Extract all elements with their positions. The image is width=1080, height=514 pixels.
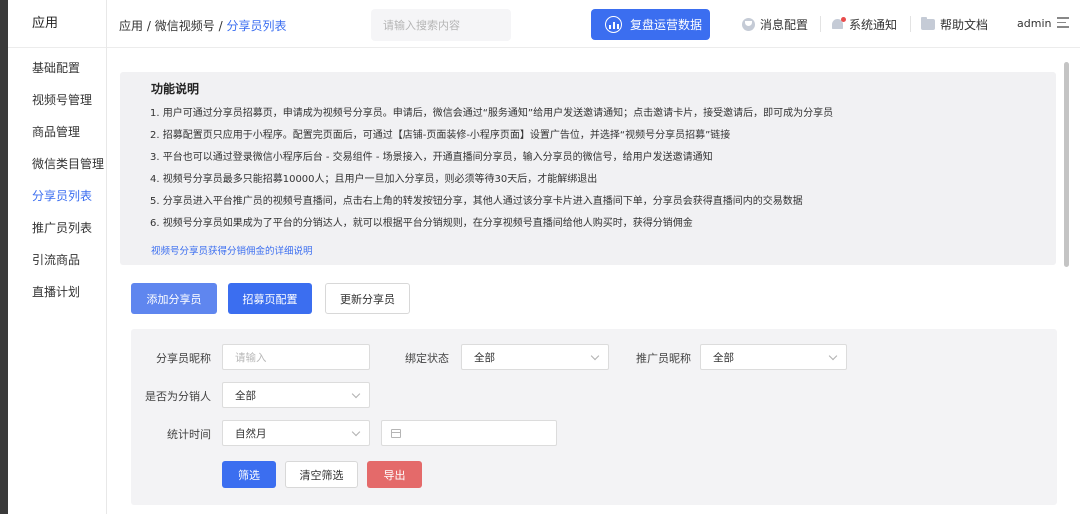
sidebar-item-traffic-products[interactable]: 引流商品 — [8, 244, 106, 276]
commission-details-link[interactable]: 视频号分享员获得分销佣金的详细说明 — [151, 243, 1056, 257]
clear-filter-button[interactable]: 清空筛选 — [285, 461, 358, 488]
filter-button[interactable]: 筛选 — [222, 461, 276, 488]
breadcrumb-apps[interactable]: 应用 — [119, 19, 143, 33]
divider — [820, 16, 821, 32]
sidebar-item-wechat-categories[interactable]: 微信类目管理 — [8, 148, 106, 180]
sidebar: 应用 基础配置 视频号管理 商品管理 微信类目管理 分享员列表 推广员列表 引流… — [8, 0, 107, 514]
sharer-nickname-placeholder: 请输入 — [235, 351, 267, 364]
function-description-panel: 功能说明 1. 用户可通过分享员招募页，申请成为视频号分享员。申请后，微信会通过… — [120, 72, 1056, 265]
notifications-link[interactable]: 系统通知 — [831, 16, 897, 33]
sharer-nickname-label: 分享员昵称 — [156, 352, 211, 365]
main-content: 功能说明 1. 用户可通过分享员招募页，申请成为视频号分享员。申请后，微信会通过… — [107, 48, 1080, 514]
promoter-nickname-label: 推广员昵称 — [636, 352, 691, 365]
info-line: 2. 招募配置页只应用于小程序。配置完页面后，可通过【店铺-页面装修-小程序页面… — [150, 130, 731, 141]
info-title: 功能说明 — [151, 82, 200, 96]
breadcrumb-separator: / — [146, 19, 151, 33]
date-picker-input[interactable] — [381, 420, 557, 446]
chevron-down-icon — [828, 351, 838, 361]
breadcrumb: 应用 / 微信视频号 / 分享员列表 — [119, 17, 286, 34]
divider — [910, 16, 911, 32]
help-docs-label: 帮助文档 — [940, 18, 989, 32]
info-line: 3. 平台也可以通过登录微信小程序后台 - 交易组件 - 场景接入，开通直播间分… — [150, 152, 713, 163]
info-line: 6. 视频号分享员如果成为了平台的分销达人，就可以根据平台分销规则，在分享视频号… — [150, 218, 693, 229]
sidebar-menu: 基础配置 视频号管理 商品管理 微信类目管理 分享员列表 推广员列表 引流商品 … — [8, 48, 106, 308]
update-sharers-button[interactable]: 更新分享员 — [325, 283, 410, 314]
scrollbar[interactable] — [1064, 62, 1069, 267]
bind-status-label: 绑定状态 — [405, 352, 449, 365]
info-line: 1. 用户可通过分享员招募页，申请成为视频号分享员。申请后，微信会通过“服务通知… — [150, 108, 834, 119]
message-config-link[interactable]: 消息配置 — [742, 16, 808, 33]
user-name[interactable]: admin — [1017, 17, 1051, 30]
chevron-down-icon — [351, 389, 361, 399]
bell-icon — [831, 17, 846, 31]
help-docs-link[interactable]: 帮助文档 — [921, 16, 988, 33]
sidebar-item-basic-config[interactable]: 基础配置 — [8, 52, 106, 84]
sidebar-item-promoters[interactable]: 推广员列表 — [8, 212, 106, 244]
menu-icon[interactable] — [1057, 17, 1069, 29]
calendar-icon — [391, 428, 401, 438]
message-icon — [742, 18, 755, 31]
sidebar-item-live-plans[interactable]: 直播计划 — [8, 276, 106, 308]
sidebar-item-channels[interactable]: 视频号管理 — [8, 84, 106, 116]
folder-icon — [921, 17, 935, 30]
breadcrumb-current: 分享员列表 — [226, 19, 287, 33]
search-input[interactable] — [371, 9, 511, 41]
is-distributor-label: 是否为分销人 — [145, 390, 211, 403]
export-button[interactable]: 导出 — [367, 461, 422, 488]
breadcrumb-separator: / — [218, 19, 223, 33]
notifications-label: 系统通知 — [849, 18, 898, 32]
sidebar-item-products[interactable]: 商品管理 — [8, 116, 106, 148]
sidebar-app-title[interactable]: 应用 — [8, 0, 106, 48]
breadcrumb-channels[interactable]: 微信视频号 — [155, 19, 215, 33]
recruit-page-config-button[interactable]: 招募页配置 — [228, 283, 312, 314]
promoter-nickname-select[interactable]: 全部 — [700, 344, 847, 370]
stat-time-value: 自然月 — [235, 427, 267, 440]
sharer-nickname-input[interactable]: 请输入 — [222, 344, 370, 370]
is-distributor-select[interactable]: 全部 — [222, 382, 370, 408]
is-distributor-value: 全部 — [235, 389, 256, 402]
info-line: 4. 视频号分享员最多只能招募10000人；且用户一旦加入分享员，则必须等待30… — [150, 174, 598, 185]
stat-time-label: 统计时间 — [167, 428, 211, 441]
ops-review-button[interactable]: 复盘运营数据 — [591, 9, 710, 40]
message-config-label: 消息配置 — [760, 18, 809, 32]
info-line: 5. 分享员进入平台推广员的视频号直播间，点击右上角的转发按钮分享，其他人通过该… — [150, 196, 803, 207]
bind-status-select[interactable]: 全部 — [461, 344, 609, 370]
bind-status-value: 全部 — [474, 351, 495, 364]
stat-time-select[interactable]: 自然月 — [222, 420, 370, 446]
data-chart-icon — [605, 16, 622, 33]
ops-review-label: 复盘运营数据 — [630, 18, 703, 32]
filter-panel: 分享员昵称 请输入 绑定状态 全部 推广员昵称 全部 是否为分销人 全部 统计时… — [131, 329, 1057, 505]
add-sharer-button[interactable]: 添加分享员 — [131, 283, 217, 314]
promoter-nickname-value: 全部 — [713, 351, 734, 364]
sidebar-item-sharers[interactable]: 分享员列表 — [8, 180, 106, 212]
chevron-down-icon — [590, 351, 600, 361]
top-bar: 应用 / 微信视频号 / 分享员列表 复盘运营数据 消息配置 系统通知 帮助文档… — [107, 0, 1080, 48]
chevron-down-icon — [351, 427, 361, 437]
window-edge — [0, 0, 8, 514]
